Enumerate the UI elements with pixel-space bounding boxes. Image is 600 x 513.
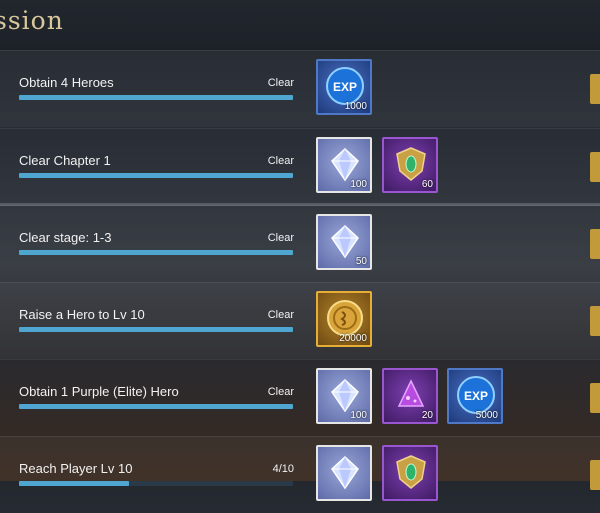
mission-row: Reach Player Lv 10 4/10 — [0, 436, 600, 513]
claim-button[interactable] — [590, 460, 600, 490]
reward-quantity: 50 — [355, 256, 367, 267]
mission-progress-bar — [19, 481, 293, 486]
mission-name: Obtain 4 Heroes — [19, 75, 114, 90]
reward-quantity: 100 — [350, 179, 367, 190]
mission-progress-fill — [19, 173, 293, 178]
svg-text:EXP: EXP — [464, 389, 488, 403]
reward-quantity: 5000 — [475, 410, 498, 421]
svg-text:EXP: EXP — [333, 80, 357, 94]
header-bar: ssion — [0, 0, 600, 50]
mission-progress-fill — [19, 481, 129, 486]
claim-button[interactable] — [590, 152, 600, 182]
mission-progress-bar — [19, 250, 293, 255]
mission-row: Raise a Hero to Lv 10 Clear 20000 — [0, 282, 600, 359]
reward-slot[interactable] — [382, 445, 438, 501]
mission-progress-bar — [19, 327, 293, 332]
mission-progress-bar — [19, 404, 293, 409]
mission-progress-fill — [19, 95, 293, 100]
reward-slot[interactable]: EXP 1000 — [316, 59, 372, 115]
diamond-icon — [324, 451, 366, 493]
mission-name: Obtain 1 Purple (Elite) Hero — [19, 384, 179, 399]
reward-slot[interactable]: 60 — [382, 137, 438, 193]
emerald-shield-icon — [390, 451, 432, 493]
reward-slot[interactable]: EXP 5000 — [447, 368, 503, 424]
mission-status: Clear — [267, 386, 294, 398]
mission-status: Clear — [267, 309, 294, 321]
claim-button[interactable] — [590, 383, 600, 413]
mission-row: Obtain 4 Heroes Clear EXP 1000 — [0, 50, 600, 127]
reward-quantity: 1000 — [344, 101, 367, 112]
reward-quantity: 20 — [421, 410, 433, 421]
reward-slot[interactable]: 100 — [316, 137, 372, 193]
mission-status: Clear — [267, 155, 294, 167]
mission-progress-bar — [19, 95, 293, 100]
mission-name: Reach Player Lv 10 — [19, 461, 133, 476]
reward-slot[interactable] — [316, 445, 372, 501]
reward-quantity: 100 — [350, 410, 367, 421]
mission-row: Obtain 1 Purple (Elite) Hero Clear 100 20 EX… — [0, 359, 600, 436]
reward-slot[interactable]: 20000 — [316, 291, 372, 347]
reward-quantity: 60 — [421, 179, 433, 190]
mission-status: Clear — [267, 77, 294, 89]
mission-row: Clear Chapter 1 Clear 100 60 — [0, 128, 600, 205]
mission-progress-fill — [19, 327, 293, 332]
claim-button[interactable] — [590, 74, 600, 104]
mission-row: Clear stage: 1-3 Clear 50 — [0, 205, 600, 282]
mission-name: Clear stage: 1-3 — [19, 230, 112, 245]
reward-slot[interactable]: 50 — [316, 214, 372, 270]
page-title: ssion — [0, 6, 64, 35]
mission-name: Raise a Hero to Lv 10 — [19, 307, 145, 322]
claim-button[interactable] — [590, 306, 600, 336]
claim-button[interactable] — [590, 229, 600, 259]
mission-progress-bar — [19, 173, 293, 178]
reward-quantity: 20000 — [339, 333, 367, 344]
mission-name: Clear Chapter 1 — [19, 153, 111, 168]
mission-progress-fill — [19, 250, 293, 255]
reward-slot[interactable]: 100 — [316, 368, 372, 424]
mission-status: Clear — [267, 232, 294, 244]
reward-slot[interactable]: 20 — [382, 368, 438, 424]
mission-status: 4/10 — [272, 463, 294, 475]
mission-progress-fill — [19, 404, 293, 409]
